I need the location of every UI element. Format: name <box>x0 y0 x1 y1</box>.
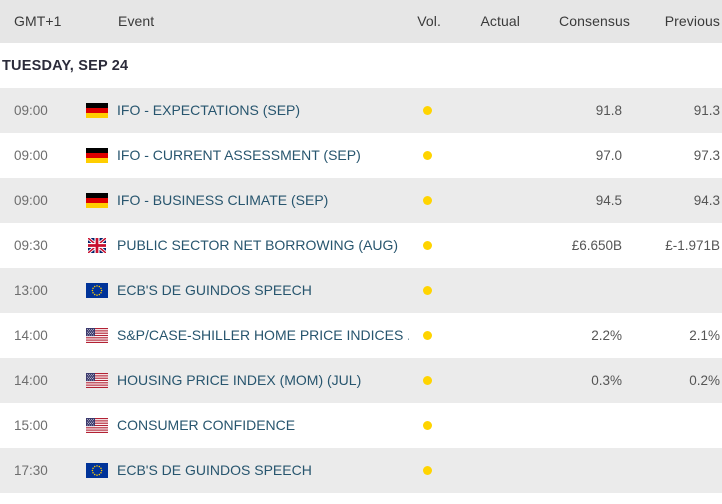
column-header-consensus[interactable]: Consensus <box>528 13 630 29</box>
flag-united-kingdom <box>88 238 106 253</box>
event-name-link[interactable]: IFO - BUSINESS CLIMATE (SEP) <box>117 178 409 223</box>
event-actual-value <box>442 358 520 403</box>
flag-germany <box>86 148 108 163</box>
flag-germany <box>86 103 108 118</box>
table-row[interactable]: 17:30 ECB'S DE GUINDOS SPEECH <box>0 448 722 493</box>
event-consensus-value <box>520 448 622 493</box>
column-header-previous[interactable]: Previous <box>636 13 720 29</box>
event-name-link[interactable]: IFO - CURRENT ASSESSMENT (SEP) <box>117 133 409 178</box>
event-previous-value: 0.2% <box>689 373 720 388</box>
event-name-link[interactable]: HOUSING PRICE INDEX (MOM) (JUL) <box>117 358 409 403</box>
event-time: 15:00 <box>14 418 48 433</box>
event-time: 13:00 <box>14 283 48 298</box>
event-time: 09:00 <box>14 193 48 208</box>
volatility-indicator-icon <box>423 106 432 115</box>
event-name-link[interactable]: CONSUMER CONFIDENCE <box>117 403 409 448</box>
event-consensus-value: 2.2% <box>591 328 622 343</box>
flag-germany <box>86 193 108 208</box>
economic-calendar: GMT+1 Event Vol. Actual Consensus Previo… <box>0 0 722 493</box>
table-row[interactable]: 14:00 HOUSING PRICE INDEX (MOM) (JUL) 0.3%… <box>0 358 722 403</box>
flag-united-states <box>86 373 108 388</box>
table-row[interactable]: 15:00 CONSUMER CONFIDENCE <box>0 403 722 448</box>
event-name-link[interactable]: PUBLIC SECTOR NET BORROWING (AUG) <box>117 223 409 268</box>
event-actual-value <box>442 268 520 313</box>
volatility-indicator-icon <box>423 466 432 475</box>
flag-united-states <box>86 418 108 433</box>
table-header-row: GMT+1 Event Vol. Actual Consensus Previo… <box>0 0 722 43</box>
date-group-label: TUESDAY, SEP 24 <box>2 57 129 74</box>
event-consensus-value: 94.5 <box>595 193 622 208</box>
event-name-link[interactable]: ECB'S DE GUINDOS SPEECH <box>117 268 409 313</box>
event-consensus-value: 0.3% <box>591 373 622 388</box>
table-body: 09:00 IFO - EXPECTATIONS (SEP) 91.8 91.3 09:… <box>0 88 722 493</box>
event-time: 14:00 <box>14 328 48 343</box>
event-actual-value <box>442 313 520 358</box>
volatility-indicator-icon <box>423 151 432 160</box>
table-row[interactable]: 13:00 ECB'S DE GUINDOS SPEECH <box>0 268 722 313</box>
column-header-volatility[interactable]: Vol. <box>413 13 441 29</box>
event-previous-value <box>634 268 720 313</box>
event-previous-value <box>634 448 720 493</box>
event-actual-value <box>442 88 520 133</box>
event-name-link[interactable]: S&P/CASE-SHILLER HOME PRICE INDICES ... <box>117 313 409 358</box>
volatility-indicator-icon <box>423 241 432 250</box>
flag-european-union <box>86 463 108 478</box>
column-header-actual[interactable]: Actual <box>442 13 520 29</box>
event-consensus-value: 97.0 <box>595 148 622 163</box>
event-consensus-value <box>520 403 622 448</box>
event-consensus-value: £6.650B <box>571 238 622 253</box>
date-group-header: TUESDAY, SEP 24 <box>0 43 722 88</box>
flag-european-union <box>86 283 108 298</box>
event-actual-value <box>442 133 520 178</box>
event-previous-value: 97.3 <box>693 148 720 163</box>
event-previous-value: 94.3 <box>693 193 720 208</box>
event-name-link[interactable]: IFO - EXPECTATIONS (SEP) <box>117 88 409 133</box>
event-time: 14:00 <box>14 373 48 388</box>
event-actual-value <box>442 223 520 268</box>
event-previous-value <box>634 403 720 448</box>
column-header-event[interactable]: Event <box>118 13 154 29</box>
event-time: 09:00 <box>14 103 48 118</box>
column-header-time[interactable]: GMT+1 <box>14 13 62 29</box>
event-time: 09:00 <box>14 148 48 163</box>
volatility-indicator-icon <box>423 331 432 340</box>
event-previous-value: 2.1% <box>689 328 720 343</box>
event-previous-value: £-1.971B <box>665 238 720 253</box>
table-row[interactable]: 09:00 IFO - CURRENT ASSESSMENT (SEP) 97.0 9… <box>0 133 722 178</box>
event-actual-value <box>442 403 520 448</box>
event-name-link[interactable]: ECB'S DE GUINDOS SPEECH <box>117 448 409 493</box>
event-consensus-value <box>520 268 622 313</box>
event-actual-value <box>442 178 520 223</box>
volatility-indicator-icon <box>423 286 432 295</box>
event-consensus-value: 91.8 <box>595 103 622 118</box>
table-row[interactable]: 09:30 PUBLIC SECTOR NET BORROWING (AUG) £6… <box>0 223 722 268</box>
volatility-indicator-icon <box>423 376 432 385</box>
flag-united-states <box>86 328 108 343</box>
volatility-indicator-icon <box>423 421 432 430</box>
event-time: 09:30 <box>14 238 48 253</box>
table-row[interactable]: 09:00 IFO - BUSINESS CLIMATE (SEP) 94.5 94.… <box>0 178 722 223</box>
event-time: 17:30 <box>14 463 48 478</box>
event-previous-value: 91.3 <box>693 103 720 118</box>
volatility-indicator-icon <box>423 196 432 205</box>
event-actual-value <box>442 448 520 493</box>
table-row[interactable]: 14:00 S&P/CASE-SHILLER HOME PRICE INDICES… <box>0 313 722 358</box>
table-row[interactable]: 09:00 IFO - EXPECTATIONS (SEP) 91.8 91.3 <box>0 88 722 133</box>
